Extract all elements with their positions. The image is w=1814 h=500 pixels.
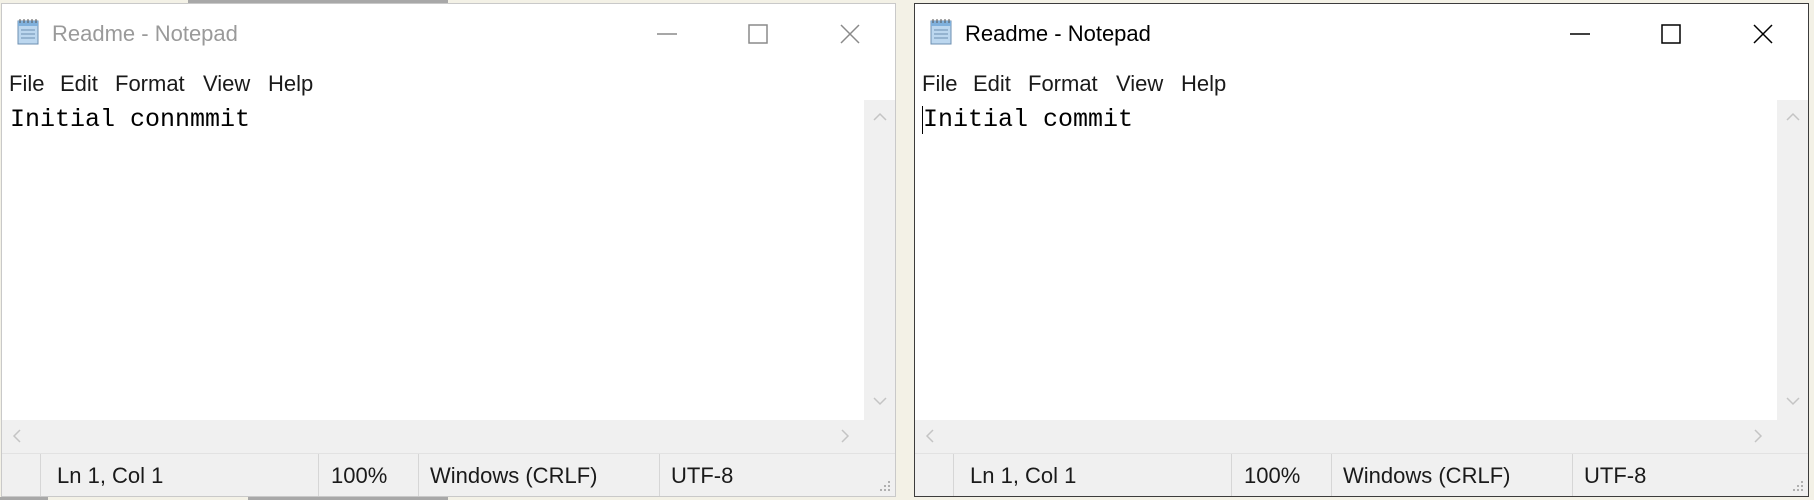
resize-grip-icon[interactable] xyxy=(1791,479,1805,493)
notepad-window-active[interactable]: Readme - Notepad File Edit Format View H… xyxy=(914,3,1809,497)
title-bar[interactable]: Readme - Notepad xyxy=(915,4,1808,64)
scroll-down-icon[interactable] xyxy=(873,396,887,406)
vertical-scrollbar[interactable] xyxy=(864,100,895,420)
text-editor[interactable]: Initial connmmit xyxy=(2,100,864,420)
close-button[interactable] xyxy=(1743,14,1783,54)
menu-edit[interactable]: Edit xyxy=(973,71,1011,97)
editor-content: Initial connmmit xyxy=(10,105,251,134)
minimize-button[interactable] xyxy=(647,14,687,54)
status-cell-position: Ln 1, Col 1 xyxy=(953,454,1232,496)
menu-help[interactable]: Help xyxy=(1181,71,1226,97)
window-title: Readme - Notepad xyxy=(965,21,1151,46)
menu-help[interactable]: Help xyxy=(268,71,313,97)
status-cell-zoom: 100% xyxy=(318,454,419,496)
status-bar: Ln 1, Col 1 100% Windows (CRLF) UTF-8 xyxy=(915,453,1808,496)
status-cell-position: Ln 1, Col 1 xyxy=(40,454,319,496)
status-cell-line-ending: Windows (CRLF) xyxy=(1331,454,1573,496)
menu-bar: File Edit Format View Help xyxy=(2,64,895,100)
status-bar: Ln 1, Col 1 100% Windows (CRLF) UTF-8 xyxy=(2,453,895,496)
status-position: Ln 1, Col 1 xyxy=(57,463,164,488)
minimize-icon xyxy=(657,33,677,35)
close-button[interactable] xyxy=(830,14,870,54)
vertical-scrollbar[interactable] xyxy=(1777,100,1808,420)
maximize-icon xyxy=(1661,24,1681,44)
status-cell-zoom: 100% xyxy=(1231,454,1332,496)
scroll-up-icon[interactable] xyxy=(873,112,887,122)
status-line-ending: Windows (CRLF) xyxy=(1343,463,1511,488)
notepad-icon xyxy=(930,19,952,45)
horizontal-scrollbar[interactable] xyxy=(2,420,864,453)
text-editor[interactable]: Initial commit xyxy=(915,100,1777,420)
notepad-window-inactive[interactable]: Readme - Notepad File Edit Format View H… xyxy=(1,3,896,497)
notepad-icon xyxy=(17,19,39,45)
menu-view[interactable]: View xyxy=(203,71,250,97)
scroll-up-icon[interactable] xyxy=(1786,112,1800,122)
scrollbar-corner xyxy=(1777,420,1808,453)
editor-content: Initial commit xyxy=(923,105,1134,134)
maximize-button[interactable] xyxy=(1651,14,1691,54)
status-encoding: UTF-8 xyxy=(671,463,734,488)
status-cell-encoding: UTF-8 xyxy=(1572,454,1773,496)
minimize-button[interactable] xyxy=(1560,14,1600,54)
scroll-left-icon[interactable] xyxy=(12,429,22,443)
status-zoom: 100% xyxy=(331,463,388,488)
maximize-icon xyxy=(748,24,768,44)
menu-file[interactable]: File xyxy=(922,71,957,97)
scroll-right-icon[interactable] xyxy=(1753,429,1763,443)
menu-file[interactable]: File xyxy=(9,71,44,97)
minimize-icon xyxy=(1570,33,1590,35)
menu-format[interactable]: Format xyxy=(1028,71,1098,97)
status-position: Ln 1, Col 1 xyxy=(970,463,1077,488)
menu-edit[interactable]: Edit xyxy=(60,71,98,97)
close-icon xyxy=(840,24,860,44)
maximize-button[interactable] xyxy=(738,14,778,54)
scroll-down-icon[interactable] xyxy=(1786,396,1800,406)
scrollbar-corner xyxy=(864,420,895,453)
scroll-right-icon[interactable] xyxy=(840,429,850,443)
close-icon xyxy=(1753,24,1773,44)
status-encoding: UTF-8 xyxy=(1584,463,1647,488)
status-cell-line-ending: Windows (CRLF) xyxy=(418,454,660,496)
status-zoom: 100% xyxy=(1244,463,1301,488)
horizontal-scrollbar[interactable] xyxy=(915,420,1777,453)
menu-bar: File Edit Format View Help xyxy=(915,64,1808,100)
menu-format[interactable]: Format xyxy=(115,71,185,97)
status-cell-encoding: UTF-8 xyxy=(659,454,860,496)
resize-grip-icon[interactable] xyxy=(878,479,892,493)
window-title: Readme - Notepad xyxy=(52,21,238,46)
status-line-ending: Windows (CRLF) xyxy=(430,463,598,488)
menu-view[interactable]: View xyxy=(1116,71,1163,97)
title-bar[interactable]: Readme - Notepad xyxy=(2,4,895,64)
scroll-left-icon[interactable] xyxy=(925,429,935,443)
